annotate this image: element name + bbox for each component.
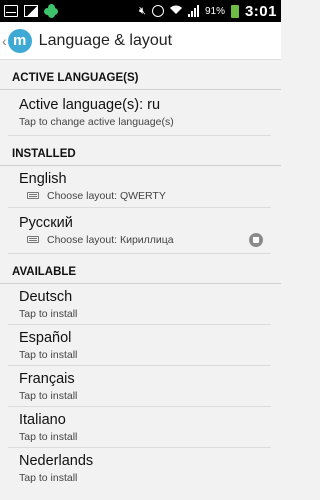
layout-row: Choose layout: QWERTY bbox=[19, 188, 263, 203]
battery-percent: 91% bbox=[204, 5, 225, 17]
language-name: Deutsch bbox=[19, 288, 73, 305]
page-title: Language & layout bbox=[38, 31, 173, 49]
clock: 3:01 bbox=[244, 2, 277, 20]
notification-icons bbox=[4, 4, 58, 18]
available-item-nederlands[interactable]: Nederlands Tap to install bbox=[8, 448, 271, 489]
battery-icon bbox=[230, 4, 239, 18]
section-header-available: AVAILABLE bbox=[0, 254, 281, 284]
section-header-active: ACTIVE LANGUAGE(S) bbox=[0, 60, 281, 90]
install-hint: Tap to install bbox=[19, 389, 78, 402]
language-name: Nederlands bbox=[19, 453, 94, 469]
trash-icon[interactable] bbox=[249, 232, 263, 247]
available-item-deutsch[interactable]: Deutsch Tap to install bbox=[8, 284, 271, 325]
back-button[interactable]: ‹ bbox=[2, 33, 7, 49]
system-icons: 🔇︎ 91% 3:01 bbox=[139, 3, 277, 20]
gallery-icon bbox=[24, 5, 38, 17]
language-name: Русский bbox=[19, 215, 73, 231]
install-hint: Tap to install bbox=[19, 430, 78, 443]
language-name: English bbox=[19, 171, 67, 187]
settings-list: ACTIVE LANGUAGE(S) Active language(s): r… bbox=[0, 60, 281, 489]
alarm-icon bbox=[151, 5, 164, 17]
wifi-icon bbox=[169, 5, 182, 18]
layout-label: Choose layout: Кириллица bbox=[47, 234, 174, 246]
available-item-francais[interactable]: Français Tap to install bbox=[8, 366, 271, 407]
installed-item-english[interactable]: English Choose layout: QWERTY bbox=[8, 166, 271, 208]
language-name: Français bbox=[19, 370, 75, 387]
action-bar: ‹ m Language & layout bbox=[0, 22, 281, 60]
available-item-espanol[interactable]: Español Tap to install bbox=[8, 325, 271, 366]
email-icon bbox=[4, 5, 18, 17]
mute-icon: 🔇︎ bbox=[139, 4, 146, 17]
status-bar: 🔇︎ 91% 3:01 bbox=[0, 0, 281, 22]
clover-icon bbox=[44, 4, 58, 18]
install-hint: Tap to install bbox=[19, 472, 78, 484]
installed-item-russian[interactable]: Русский Choose layout: Кириллица bbox=[8, 208, 271, 254]
language-name: Español bbox=[19, 329, 72, 346]
keyboard-icon bbox=[27, 192, 39, 199]
active-languages-title: Active language(s): ru bbox=[19, 97, 161, 113]
keyboard-icon bbox=[27, 236, 39, 243]
section-header-installed: INSTALLED bbox=[0, 136, 281, 166]
active-languages-subtitle: Tap to change active language(s) bbox=[19, 116, 174, 128]
app-logo[interactable]: m bbox=[7, 28, 32, 53]
active-languages-item[interactable]: Active language(s): ru Tap to change act… bbox=[8, 90, 271, 136]
install-hint: Tap to install bbox=[19, 307, 78, 320]
language-name: Italiano bbox=[19, 411, 66, 428]
available-item-italiano[interactable]: Italiano Tap to install bbox=[8, 407, 271, 448]
layout-row: Choose layout: Кириллица bbox=[19, 232, 263, 247]
layout-label: Choose layout: QWERTY bbox=[47, 190, 166, 202]
install-hint: Tap to install bbox=[19, 348, 78, 361]
signal-icon bbox=[187, 5, 199, 17]
